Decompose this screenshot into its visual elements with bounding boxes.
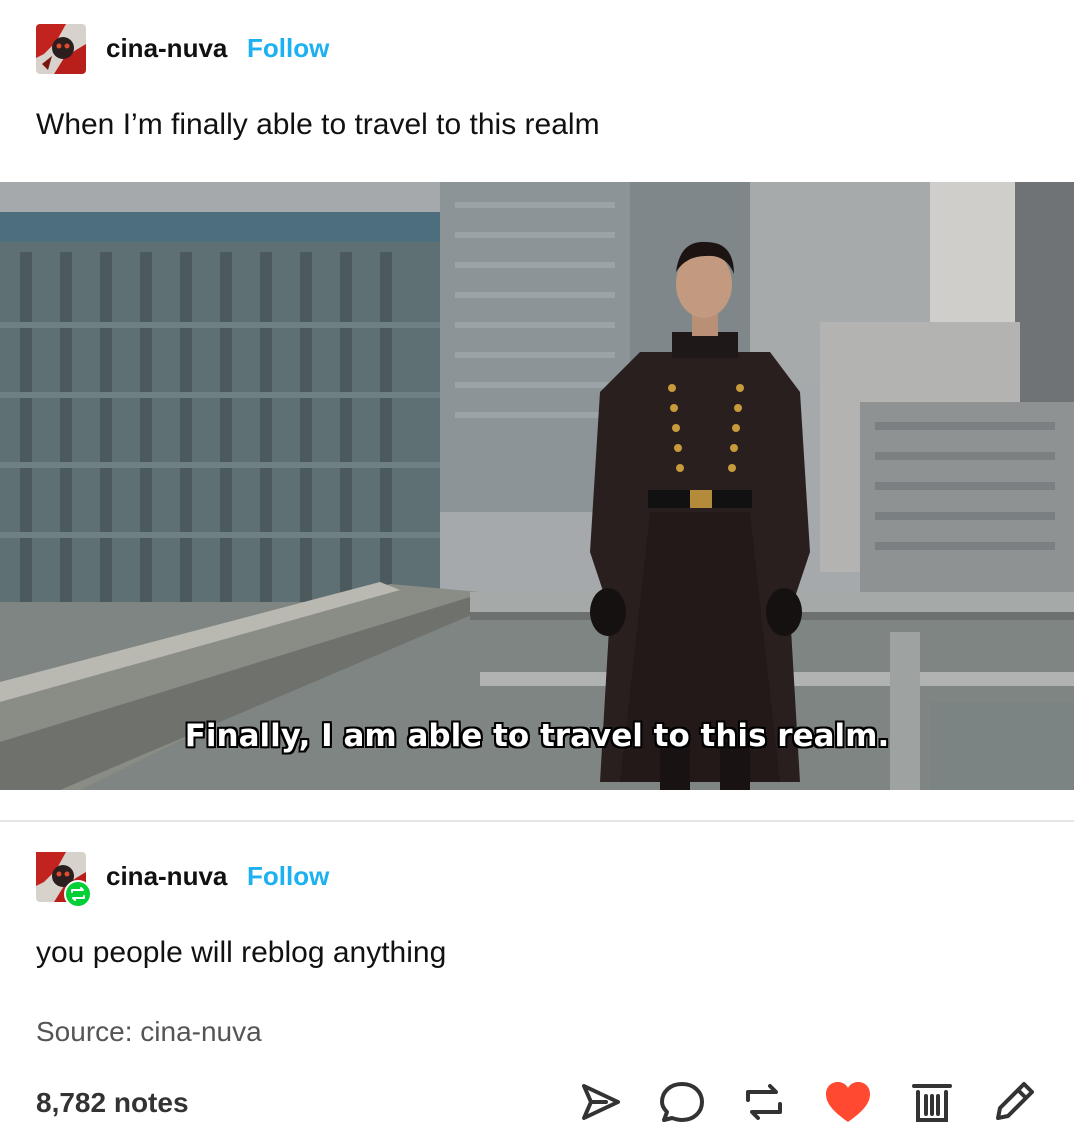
reblog-badge-icon [64, 880, 92, 908]
follow-button[interactable]: Follow [247, 33, 329, 64]
reblog-blog-name[interactable]: cina-nuva [106, 861, 227, 892]
source-link[interactable]: Source: cina-nuva [36, 1016, 262, 1048]
notes-count[interactable]: 8,782 notes [36, 1087, 189, 1119]
image-subtitle: Finally, I am able to travel to this rea… [184, 718, 890, 754]
divider [0, 820, 1074, 822]
post-body: When I’m finally able to travel to this … [36, 108, 600, 141]
reblog-body: you people will reblog anything [36, 936, 447, 969]
reply-icon[interactable] [658, 1078, 706, 1126]
reblog-follow-button[interactable]: Follow [247, 861, 329, 892]
edit-icon[interactable] [990, 1078, 1038, 1126]
like-icon[interactable] [824, 1078, 872, 1126]
reblog-icon[interactable] [740, 1078, 788, 1126]
blog-name[interactable]: cina-nuva [106, 33, 227, 64]
post-image[interactable]: Finally, I am able to travel to this rea… [0, 182, 1074, 790]
share-icon[interactable] [576, 1078, 624, 1126]
delete-icon[interactable] [908, 1078, 956, 1126]
avatar[interactable] [36, 24, 86, 74]
